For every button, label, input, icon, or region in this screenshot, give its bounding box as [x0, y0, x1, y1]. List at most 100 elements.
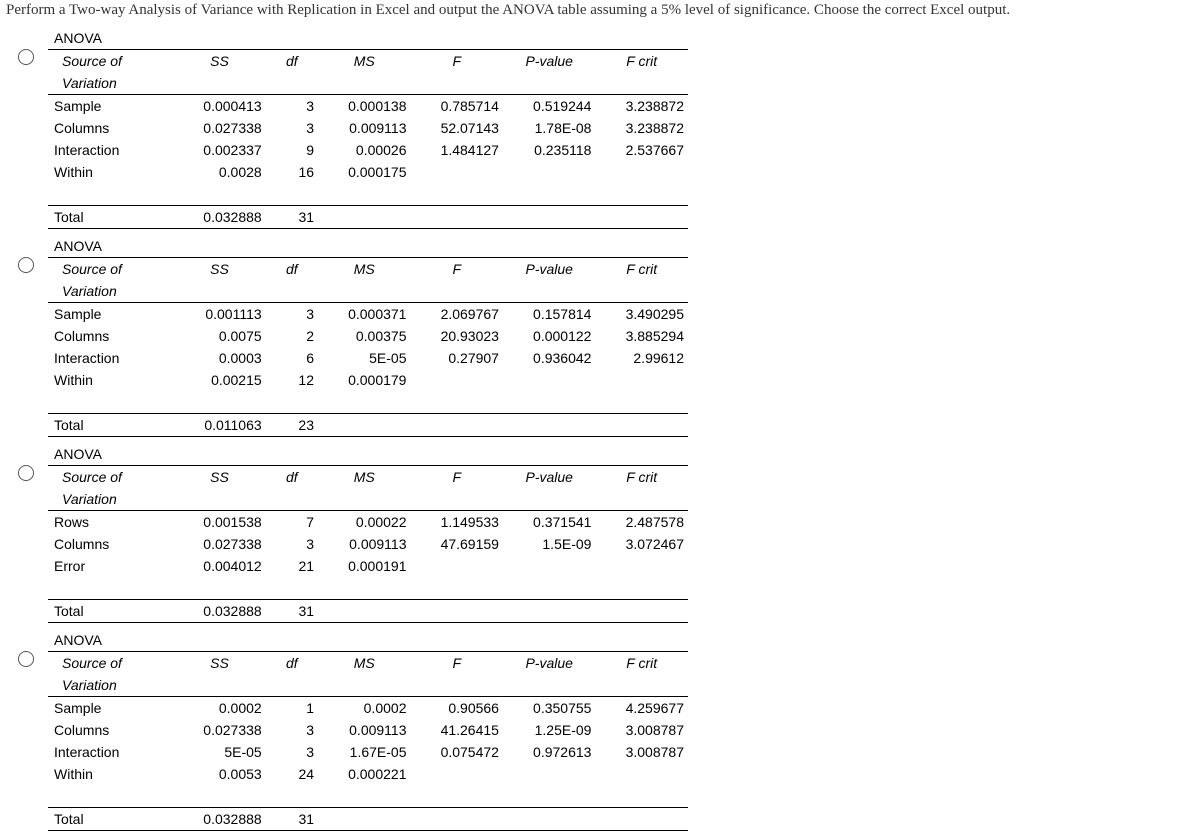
cell-fc: 3.072467 [595, 533, 688, 555]
cell-f: 0.075472 [411, 741, 503, 763]
radio-option-1[interactable] [18, 49, 34, 65]
cell-ss: 0.001538 [173, 511, 265, 534]
option-2: ANOVASource ofSSdfMSFP-valueF critVariat… [18, 235, 1200, 437]
data-row: Rows0.00153870.000221.1495330.3715412.48… [48, 511, 688, 534]
cell-empty [503, 206, 595, 229]
header-p-value: P-value [503, 50, 595, 73]
cell-fc [595, 763, 688, 785]
total-row: Total0.03288831 [48, 600, 688, 623]
cell-p: 0.157814 [503, 303, 595, 326]
total-label: Total [48, 600, 173, 623]
row-label: Within [48, 161, 173, 183]
total-ss: 0.032888 [173, 600, 265, 623]
header-source: Source of [48, 466, 173, 489]
cell-empty [411, 206, 503, 229]
cell-empty [595, 600, 688, 623]
cell-df: 9 [266, 139, 318, 161]
cell-f: 0.785714 [411, 95, 503, 118]
cell-empty [411, 600, 503, 623]
header-ss: SS [173, 258, 265, 281]
cell-p: 0.235118 [503, 139, 595, 161]
cell-p: 0.972613 [503, 741, 595, 763]
cell-f: 2.069767 [410, 303, 502, 326]
data-row: Within0.0053240.000221 [48, 763, 688, 785]
cell-p: 0.350755 [503, 697, 595, 720]
cell-f [411, 555, 503, 577]
data-row: Interaction5E-0531.67E-050.0754720.97261… [48, 741, 688, 763]
data-row: Interaction0.000365E-050.279070.9360422.… [48, 347, 688, 369]
header-df: df [266, 50, 318, 73]
radio-option-3[interactable] [18, 465, 34, 481]
cell-p [503, 555, 595, 577]
cell-ms: 0.000371 [318, 303, 410, 326]
cell-ss: 0.0003 [173, 347, 265, 369]
cell-ss: 0.004012 [173, 555, 265, 577]
cell-ms: 0.009113 [318, 719, 410, 741]
cell-fc: 4.259677 [595, 697, 688, 720]
header-source: Source of [48, 652, 173, 675]
header-variation: Variation [48, 280, 173, 303]
data-row: Columns0.02733830.00911347.691591.5E-093… [48, 533, 688, 555]
header-p-value: P-value [503, 258, 595, 281]
data-row: Sample0.00111330.0003712.0697670.1578143… [48, 303, 688, 326]
header-f-crit: F crit [595, 258, 688, 281]
cell-df: 3 [266, 533, 318, 555]
cell-ss: 0.0028 [173, 161, 265, 183]
total-df: 31 [266, 600, 318, 623]
cell-empty [503, 414, 595, 437]
cell-empty [595, 206, 688, 229]
cell-df: 3 [266, 719, 318, 741]
cell-fc [595, 555, 688, 577]
header-source: Source of [48, 50, 173, 73]
total-df: 23 [266, 414, 318, 437]
cell-ss: 0.0075 [173, 325, 265, 347]
cell-fc: 2.487578 [595, 511, 688, 534]
cell-empty [411, 808, 503, 831]
data-row: Interaction0.00233790.000261.4841270.235… [48, 139, 688, 161]
cell-empty [318, 414, 410, 437]
cell-ss: 0.002337 [173, 139, 265, 161]
anova-title: ANOVA [48, 629, 688, 652]
total-label: Total [48, 414, 173, 437]
total-ss: 0.032888 [173, 808, 265, 831]
cell-df: 3 [266, 117, 318, 139]
radio-option-2[interactable] [18, 257, 34, 273]
cell-ms: 0.000179 [318, 369, 410, 391]
row-label: Columns [48, 719, 173, 741]
anova-table-4: ANOVASource ofSSdfMSFP-valueF critVariat… [48, 629, 688, 831]
cell-ss: 0.027338 [173, 117, 265, 139]
anova-table-1: ANOVASource ofSSdfMSFP-valueF critVariat… [48, 27, 688, 229]
header-source: Source of [48, 258, 173, 281]
total-ss: 0.011063 [173, 414, 265, 437]
cell-p: 1.78E-08 [503, 117, 595, 139]
cell-fc: 3.490295 [595, 303, 688, 326]
total-df: 31 [266, 206, 318, 229]
cell-ms: 0.000138 [318, 95, 410, 118]
total-row: Total0.01106323 [48, 414, 688, 437]
data-row: Sample0.000210.00020.905660.3507554.2596… [48, 697, 688, 720]
cell-p: 1.25E-09 [503, 719, 595, 741]
total-row: Total0.03288831 [48, 808, 688, 831]
data-row: Columns0.007520.0037520.930230.0001223.8… [48, 325, 688, 347]
header-df: df [266, 466, 318, 489]
cell-ms: 0.000191 [318, 555, 410, 577]
anova-title: ANOVA [48, 443, 688, 466]
anova-table-2: ANOVASource ofSSdfMSFP-valueF critVariat… [48, 235, 688, 437]
cell-fc: 3.008787 [595, 741, 688, 763]
cell-f [410, 369, 502, 391]
cell-empty [595, 414, 688, 437]
options-container: ANOVASource ofSSdfMSFP-valueF critVariat… [0, 27, 1200, 831]
row-label: Error [48, 555, 173, 577]
cell-fc: 3.238872 [595, 95, 688, 118]
cell-df: 6 [266, 347, 318, 369]
header-ms: MS [318, 50, 410, 73]
header-f: F [411, 50, 503, 73]
cell-ms: 1.67E-05 [318, 741, 410, 763]
cell-ms: 0.0002 [318, 697, 410, 720]
total-row: Total0.03288831 [48, 206, 688, 229]
cell-ms: 0.00026 [318, 139, 410, 161]
radio-option-4[interactable] [18, 651, 34, 667]
cell-fc: 2.99612 [595, 347, 688, 369]
cell-p: 1.5E-09 [503, 533, 595, 555]
total-df: 31 [266, 808, 318, 831]
